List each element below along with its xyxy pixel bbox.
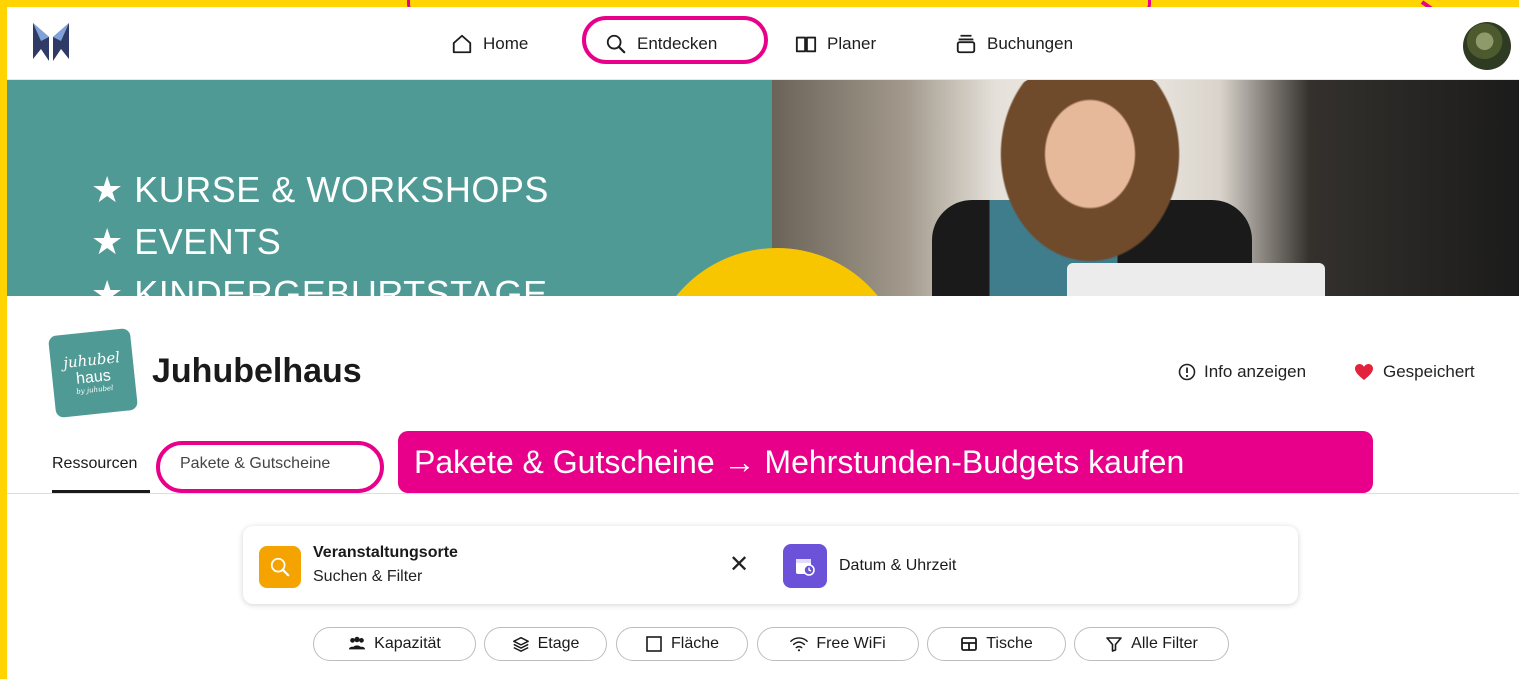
clear-search-button[interactable]: ✕ (729, 550, 749, 579)
info-button[interactable]: Info anzeigen (1178, 362, 1306, 382)
saved-button[interactable]: Gespeichert (1354, 362, 1475, 382)
hero-line: ★ EVENTS (91, 221, 282, 262)
book-icon (795, 36, 817, 53)
hero-line: ★ KURSE & WORKSHOPS (91, 169, 549, 210)
annotation-callout: Pakete & Gutscheine → Mehrstunden-Budget… (398, 431, 1373, 493)
hero-line: ★ KINDERGEBURTSTAGE (91, 273, 548, 296)
home-icon (452, 34, 472, 54)
filter-tische[interactable]: Tische (927, 627, 1066, 661)
hero-text: ★ KURSE & WORKSHOPS ★ EVENTS ★ KINDERGEB… (91, 164, 549, 296)
filter-label: Fläche (670, 635, 720, 652)
filter-label: Alle Filter (1131, 635, 1198, 652)
search-subtitle[interactable]: Suchen & Filter (313, 568, 422, 586)
table-icon (961, 637, 978, 651)
butterfly-logo-icon[interactable] (31, 19, 71, 65)
nav-buchungen[interactable]: Buchungen (955, 27, 1073, 61)
user-avatar[interactable] (1463, 22, 1511, 70)
layers-icon (512, 636, 529, 653)
wifi-icon (790, 637, 809, 652)
tabs-divider (7, 493, 1519, 494)
filter-icon (1106, 637, 1122, 652)
saved-label: Gespeichert (1383, 362, 1475, 381)
nav-buchungen-label: Buchungen (987, 34, 1074, 53)
info-icon (1178, 363, 1196, 381)
date-time-label[interactable]: Datum & Uhrzeit (839, 557, 956, 575)
nav-planer[interactable]: Planer (795, 27, 876, 61)
tab-ressourcen[interactable]: Ressourcen (52, 455, 137, 473)
square-icon (646, 636, 662, 652)
filter-kapazitaet[interactable]: Kapazität (313, 627, 476, 661)
nav-planer-label: Planer (827, 34, 877, 53)
filter-flaeche[interactable]: Fläche (616, 627, 748, 661)
venue-logo: juhubel haus by juhubel (47, 327, 139, 419)
date-picker-button[interactable] (783, 544, 827, 588)
hero-photo-laptop (1067, 263, 1325, 296)
pakete-highlight-circle (156, 441, 384, 493)
calendar-clock-icon (796, 559, 815, 576)
venue-title: Juhubelhaus (152, 352, 362, 390)
filter-free-wifi[interactable]: Free WiFi (757, 627, 919, 661)
filter-label: Tische (986, 635, 1033, 652)
filter-label: Etage (537, 635, 580, 652)
yellow-frame-left (0, 0, 7, 679)
search-venues-button[interactable] (259, 546, 301, 588)
filter-label: Kapazität (374, 635, 441, 652)
hero-photo (772, 80, 1519, 296)
heart-icon (1355, 364, 1373, 380)
search-title[interactable]: Veranstaltungsorte (313, 544, 458, 562)
info-label: Info anzeigen (1204, 362, 1307, 381)
stack-icon (956, 34, 976, 54)
nav-home-label: Home (483, 34, 529, 53)
search-icon (270, 557, 290, 577)
search-bar: Veranstaltungsorte Suchen & Filter ✕ Dat… (243, 526, 1298, 604)
filter-alle[interactable]: Alle Filter (1074, 627, 1229, 661)
filter-etage[interactable]: Etage (484, 627, 607, 661)
entdecken-highlight-circle (582, 16, 768, 64)
nav-home[interactable]: Home (451, 27, 528, 61)
hero-banner: ★ KURSE & WORKSHOPS ★ EVENTS ★ KINDERGEB… (7, 80, 1519, 296)
filter-label: Free WiFi (816, 635, 886, 652)
people-icon (349, 636, 366, 650)
